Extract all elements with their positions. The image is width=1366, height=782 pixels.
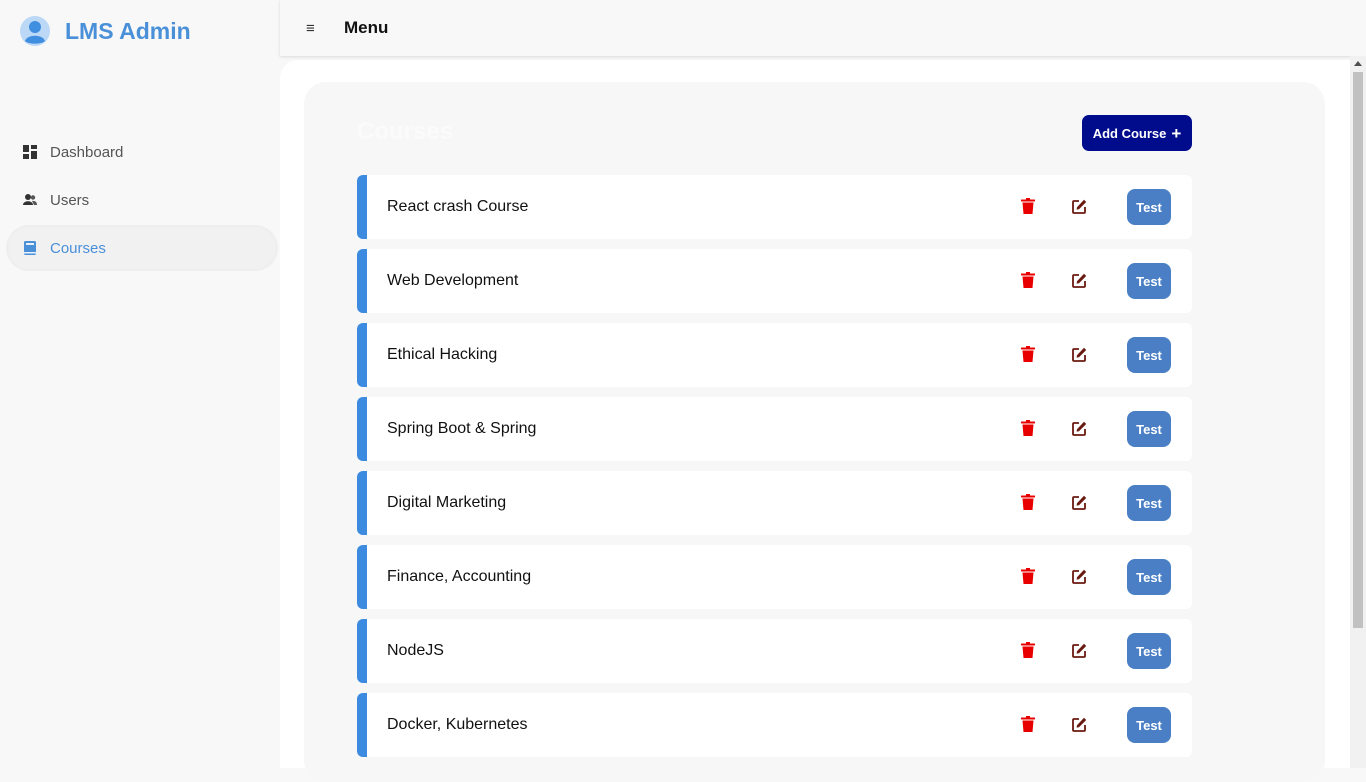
main-content: Courses Add Course + React crash Course … xyxy=(280,60,1350,782)
scroll-up-arrow-icon[interactable] xyxy=(1354,61,1362,66)
course-row: React crash Course Test xyxy=(357,175,1192,239)
course-row: Finance, Accounting Test xyxy=(357,545,1192,609)
sidebar-item-label: Courses xyxy=(50,239,106,257)
add-course-button[interactable]: Add Course + xyxy=(1082,115,1192,151)
edit-icon[interactable] xyxy=(1072,421,1087,436)
page-title: Courses xyxy=(357,118,454,145)
topbar: ≡ Menu xyxy=(280,0,1366,56)
trash-icon[interactable] xyxy=(1021,420,1035,436)
edit-icon[interactable] xyxy=(1072,495,1087,510)
test-button[interactable]: Test xyxy=(1127,559,1171,595)
edit-icon[interactable] xyxy=(1072,569,1087,584)
test-button[interactable]: Test xyxy=(1127,189,1171,225)
course-row: Web Development Test xyxy=(357,249,1192,313)
test-button[interactable]: Test xyxy=(1127,633,1171,669)
edit-icon[interactable] xyxy=(1072,347,1087,362)
add-course-label: Add Course xyxy=(1092,125,1167,141)
edit-icon[interactable] xyxy=(1072,273,1087,288)
course-row: NodeJS Test xyxy=(357,619,1192,683)
users-icon xyxy=(23,194,37,205)
trash-icon[interactable] xyxy=(1021,272,1035,288)
edit-icon[interactable] xyxy=(1072,199,1087,214)
sidebar-item-courses[interactable]: Courses xyxy=(8,227,276,269)
sidebar-item-label: Dashboard xyxy=(50,143,124,161)
course-list: React crash Course Test Web Development … xyxy=(357,175,1192,767)
sidebar-item-dashboard[interactable]: Dashboard xyxy=(0,128,280,176)
app-title: LMS Admin xyxy=(65,17,191,44)
courses-panel: Courses Add Course + React crash Course … xyxy=(304,82,1325,782)
sidebar-item-label: Users xyxy=(50,191,90,209)
course-row: Spring Boot & Spring Test xyxy=(357,397,1192,461)
test-button[interactable]: Test xyxy=(1127,411,1171,447)
trash-icon[interactable] xyxy=(1021,642,1035,658)
book-icon xyxy=(24,241,36,255)
menu-label: Menu xyxy=(344,18,389,37)
trash-icon[interactable] xyxy=(1021,716,1035,732)
test-button[interactable]: Test xyxy=(1127,263,1171,299)
scrollbar[interactable] xyxy=(1350,56,1366,768)
brand: LMS Admin xyxy=(20,16,191,46)
trash-icon[interactable] xyxy=(1021,494,1035,510)
hamburger-menu-icon[interactable]: ≡ xyxy=(306,20,320,37)
trash-icon[interactable] xyxy=(1021,568,1035,584)
test-button[interactable]: Test xyxy=(1127,337,1171,373)
sidebar: LMS Admin Dashboard Users Courses xyxy=(0,0,280,768)
course-row: Docker, Kubernetes Test xyxy=(357,693,1192,757)
course-row: Digital Marketing Test xyxy=(357,471,1192,535)
sidebar-nav: Dashboard Users Courses xyxy=(0,128,280,269)
test-button[interactable]: Test xyxy=(1127,707,1171,743)
dashboard-icon xyxy=(23,145,37,159)
trash-icon[interactable] xyxy=(1021,346,1035,362)
test-button[interactable]: Test xyxy=(1127,485,1171,521)
sidebar-item-users[interactable]: Users xyxy=(0,176,280,224)
trash-icon[interactable] xyxy=(1021,198,1035,214)
user-avatar-icon xyxy=(20,16,50,46)
edit-icon[interactable] xyxy=(1072,643,1087,658)
edit-icon[interactable] xyxy=(1072,717,1087,732)
scroll-thumb[interactable] xyxy=(1353,72,1363,628)
course-row: Ethical Hacking Test xyxy=(357,323,1192,387)
plus-icon: + xyxy=(1171,123,1182,143)
